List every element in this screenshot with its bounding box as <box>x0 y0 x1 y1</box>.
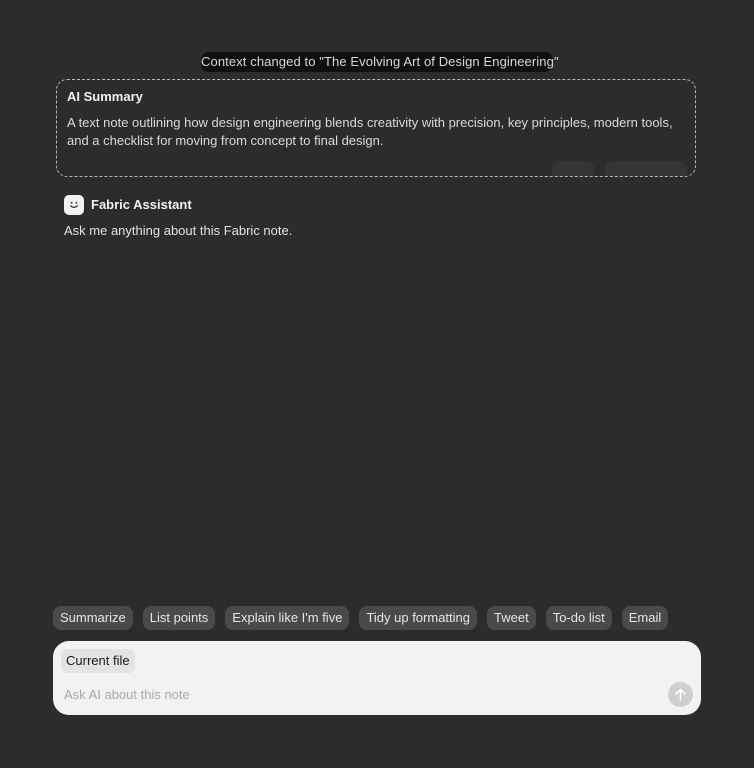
suggestion-tidy-formatting[interactable]: Tidy up formatting <box>359 606 477 630</box>
summary-title: AI Summary <box>67 89 143 104</box>
context-changed-notice: Context changed to "The Evolving Art of … <box>201 52 559 72</box>
suggestion-explain-like-five[interactable]: Explain like I'm five <box>225 606 350 630</box>
suggestion-todo-list[interactable]: To-do list <box>545 606 612 630</box>
suggestion-list-points[interactable]: List points <box>142 606 216 630</box>
ai-summary-card: AI Summary A text note outlining how des… <box>56 79 696 177</box>
summary-action-ghost <box>605 161 687 176</box>
summary-action-ghost <box>552 161 594 176</box>
assistant-message: Ask me anything about this Fabric note. <box>64 223 293 238</box>
suggestion-summarize[interactable]: Summarize <box>53 606 133 630</box>
summary-text: A text note outlining how design enginee… <box>67 115 673 148</box>
smiley-face-icon <box>64 194 84 215</box>
context-chip-current-file[interactable]: Current file <box>61 649 135 673</box>
suggestion-tweet[interactable]: Tweet <box>487 606 536 630</box>
assistant-name: Fabric Assistant <box>91 197 192 212</box>
ask-ai-input[interactable] <box>64 684 654 704</box>
suggestion-chips: Summarize List points Explain like I'm f… <box>53 606 669 630</box>
assistant-header: Fabric Assistant <box>64 194 192 215</box>
suggestion-email[interactable]: Email <box>621 606 669 630</box>
arrow-up-icon <box>675 688 686 701</box>
chat-composer: Current file <box>53 641 701 715</box>
send-button[interactable] <box>668 682 693 707</box>
